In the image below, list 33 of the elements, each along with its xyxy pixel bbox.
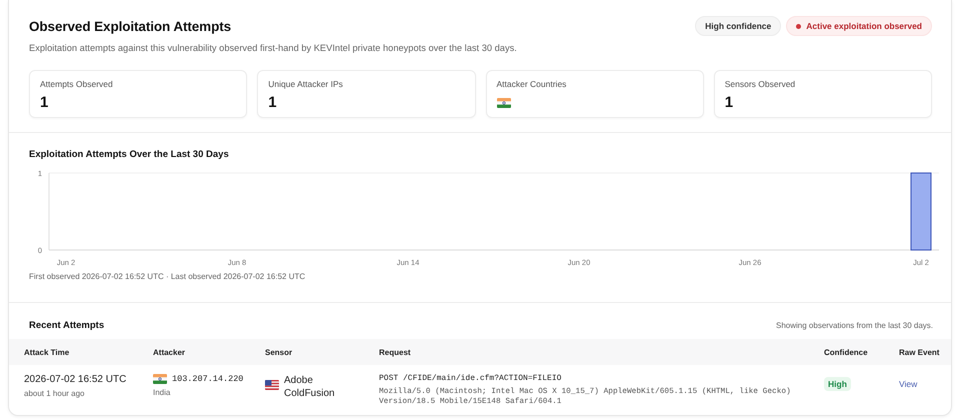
column-header: Raw Event: [899, 348, 940, 356]
column-header: Attacker: [153, 348, 186, 356]
stat-value: 1: [724, 94, 734, 111]
section-title: Recent Attempts: [29, 320, 104, 331]
status-badge: High confidence: [695, 16, 782, 36]
sensor-name: Adobe ColdFusion: [284, 374, 336, 400]
stat-value: 1: [40, 94, 50, 111]
column-header: Sensor: [265, 348, 294, 356]
confidence-badge: High: [824, 377, 851, 391]
observation-summary: First observed 2026-07-02 16:52 UTC · Last observed 2026-07-02 16:52 UTC: [29, 272, 306, 281]
us-flag-icon: [265, 380, 279, 390]
stat-label: Sensors Observed: [724, 79, 796, 89]
stat-label: Unique Attacker IPs: [268, 79, 344, 89]
column-header: Request: [379, 348, 412, 356]
india-flag-icon: [496, 98, 510, 108]
attack-time: 2026-07-02 16:52 UTC: [24, 374, 128, 385]
column-header: Attack Time: [24, 348, 70, 356]
status-dot-icon: [796, 24, 802, 28]
table-note: Showing observations from the last 30 days.: [776, 321, 933, 330]
stat-value: 1: [268, 94, 278, 111]
relative-time: about 1 hour ago: [24, 389, 86, 398]
section-title: Observed Exploitation Attempts: [29, 18, 232, 34]
section-description: Exploitation attempts against this vulnerability observed first-hand by KEVIntel private honeypots over the last 30 days.: [29, 43, 518, 53]
attacker-country: India: [153, 388, 172, 397]
india-flag-icon: [153, 374, 167, 384]
chart-title: Exploitation Attempts Over the Last 30 Days: [29, 149, 230, 160]
stat-label: Attacker Countries: [496, 79, 568, 89]
stat-label: Attempts Observed: [40, 79, 114, 89]
view-link[interactable]: View: [899, 379, 918, 389]
status-badge: Active exploitation observed: [786, 16, 932, 36]
attacker-ip: 103.207.14.220: [172, 374, 244, 384]
request-line: POST /CFIDE/main/ide.cfm?ACTION=FILEIO: [379, 374, 562, 383]
column-header: Confidence: [824, 348, 869, 356]
